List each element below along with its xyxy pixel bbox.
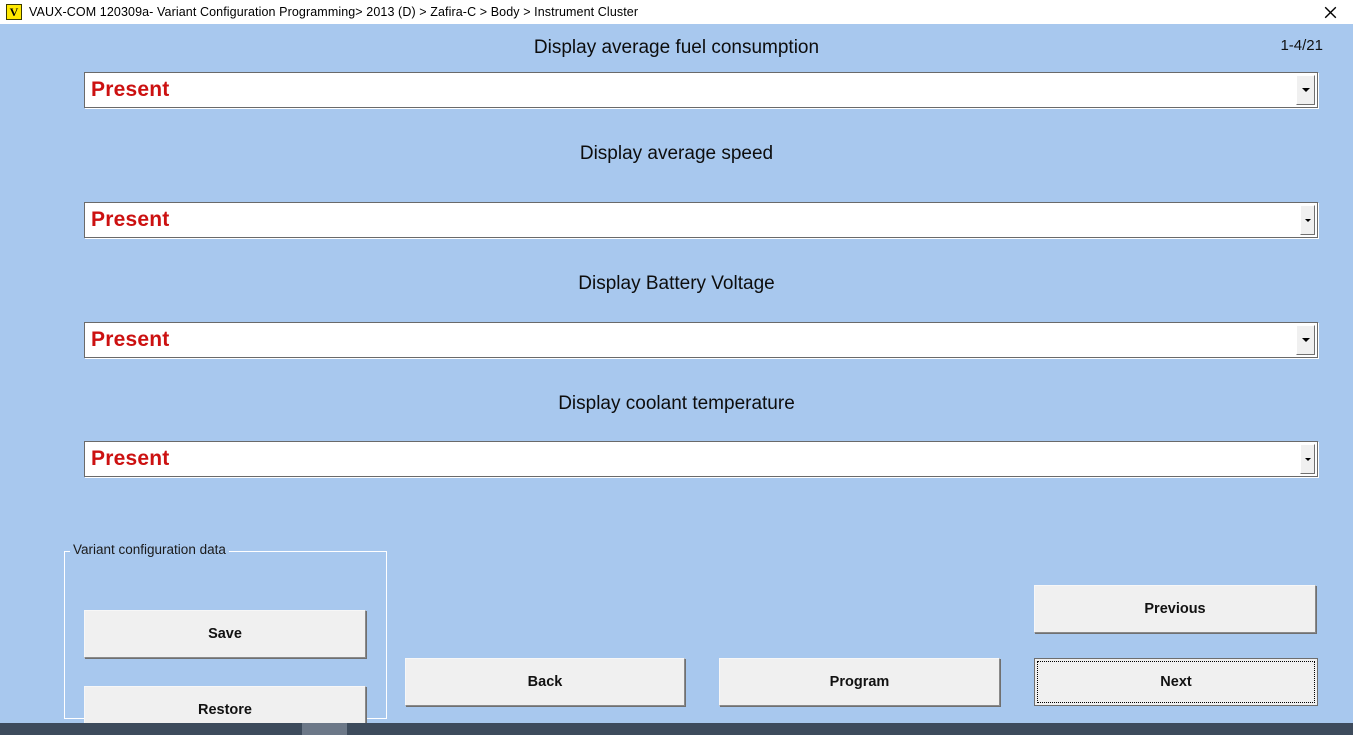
chevron-down-icon[interactable] <box>1300 444 1315 474</box>
window-titlebar: V VAUX-COM 120309a- Variant Configuratio… <box>0 0 1353 24</box>
vaux-com-app-icon: V <box>6 4 22 20</box>
program-button[interactable]: Program <box>719 658 1000 706</box>
dropdown-display-battery-voltage[interactable]: Present <box>84 322 1318 358</box>
taskbar-active-item[interactable] <box>302 723 347 735</box>
dropdown-value-1: Present <box>91 78 170 101</box>
dropdown-display-average-fuel-consumption[interactable]: Present <box>84 72 1318 108</box>
save-button[interactable]: Save <box>84 610 366 658</box>
field-label-1: Display average fuel consumption <box>533 37 820 58</box>
close-icon[interactable] <box>1308 0 1353 24</box>
back-button[interactable]: Back <box>405 658 685 706</box>
previous-button[interactable]: Previous <box>1034 585 1316 633</box>
window-title: VAUX-COM 120309a- Variant Configuration … <box>29 5 639 19</box>
chevron-down-icon[interactable] <box>1296 325 1315 355</box>
dropdown-display-average-speed[interactable]: Present <box>84 202 1318 238</box>
dropdown-display-coolant-temperature[interactable]: Present <box>84 441 1318 477</box>
field-label-3: Display Battery Voltage <box>578 273 775 294</box>
variant-configuration-panel: 1-4/21 Display average fuel consumption … <box>0 24 1353 734</box>
field-label-2: Display average speed <box>579 143 774 164</box>
field-label-4: Display coolant temperature <box>558 393 795 414</box>
dropdown-value-2: Present <box>91 208 170 231</box>
groupbox-title: Variant configuration data <box>70 542 229 557</box>
dropdown-value-4: Present <box>91 447 170 470</box>
chevron-down-icon[interactable] <box>1296 75 1315 105</box>
chevron-down-icon[interactable] <box>1300 205 1315 235</box>
os-taskbar <box>0 723 1353 735</box>
dropdown-value-3: Present <box>91 328 170 351</box>
next-button-label: Next <box>1160 674 1192 690</box>
next-button[interactable]: Next <box>1034 658 1318 706</box>
